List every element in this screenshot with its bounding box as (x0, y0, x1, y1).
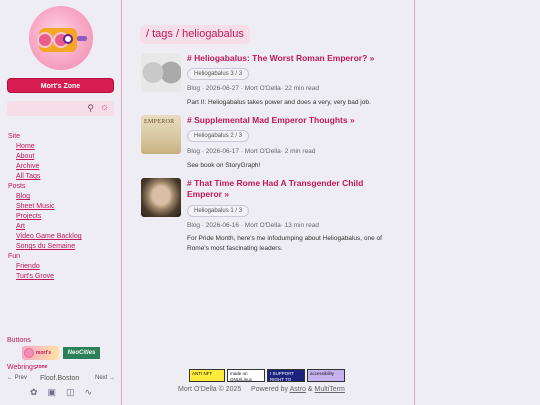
post-card: # That Time Rome Had A Transgender Child… (141, 178, 411, 258)
rss-icon[interactable]: ∿ (85, 387, 93, 398)
nav-item-turts-grove[interactable]: Turt's Grove (8, 272, 82, 282)
nav-item-art[interactable]: Art (8, 222, 82, 232)
post-title: # Supplemental Mad Emperor Thoughts (187, 115, 348, 125)
post-meta: Blog · 2026-06-17 · Mort O'Della· 2 min … (187, 148, 316, 155)
breadcrumb[interactable]: / tags / heliogabalus (140, 25, 250, 44)
nav-item-songs-du-semaine[interactable]: Songs du Semaine (8, 242, 82, 252)
butterfly-icon[interactable]: ✿ (30, 387, 38, 398)
post-thumbnail-book[interactable]: EMPEROR (141, 115, 181, 154)
post-arrow-icon: » (369, 53, 375, 63)
sidebar-nav: Site Home About Archive All Tags Posts B… (8, 132, 82, 282)
sidebar: Mort's Zone ⚲ ☼ Site Home About Archive … (0, 0, 122, 405)
nav-item-blog[interactable]: Blog (8, 192, 82, 202)
post-meta: Blog · 2026-06-16 · Mort O'Della· 13 min… (187, 222, 320, 229)
nav-group-posts: Posts (8, 183, 26, 190)
post-description: See book on StoryGraph! (187, 162, 261, 169)
webring-next-link[interactable]: Next → (95, 375, 115, 381)
theme-toggle-icon[interactable]: ☼ (100, 102, 109, 113)
post-meta: Blog · 2026-06-27 · Mort O'Della· 22 min… (187, 85, 320, 92)
webrings-heading: Webrings (7, 364, 37, 371)
post-title: # Heliogabalus: The Worst Roman Emperor? (187, 53, 368, 63)
gamepad-icon[interactable]: ▣ (48, 387, 57, 398)
nav-item-archive[interactable]: Archive (8, 162, 82, 172)
post-thumbnail-coins[interactable] (141, 53, 181, 92)
nav-item-video-game-backlog[interactable]: Video Game Backlog (8, 232, 82, 242)
post-thumbnail-bust[interactable] (141, 178, 181, 217)
series-chip[interactable]: Heliogabalus 3 / 3 (187, 68, 250, 80)
logo-eye (63, 34, 73, 44)
right-to-repair-badge[interactable]: I SUPPORT RIGHT TO REPAIR (267, 369, 305, 382)
main-content: / tags / heliogabalus # Heliogabalus: Th… (123, 0, 415, 405)
astro-link[interactable]: Astro (290, 386, 306, 393)
post-description: For Pride Month, here's me infodumping a… (187, 235, 382, 252)
anti-nft-badge[interactable]: ANTI NFT (189, 369, 225, 382)
site-logo[interactable] (29, 6, 93, 70)
site-name-button[interactable]: Mort's Zone (7, 78, 114, 93)
powered-by-label: Powered by (251, 386, 289, 393)
nav-item-all-tags[interactable]: All Tags (8, 172, 82, 182)
nav-item-home[interactable]: Home (8, 142, 82, 152)
search-icon[interactable]: ⚲ (87, 103, 94, 114)
nav-item-friendo[interactable]: Friendo (8, 262, 82, 272)
webring-prev-link[interactable]: ← Prev (7, 375, 27, 381)
search-bar: ⚲ ☼ (7, 101, 114, 116)
multiterm-link[interactable]: MultiTerm (315, 386, 345, 393)
post-card: EMPEROR # Supplemental Mad Emperor Thoug… (141, 115, 411, 175)
nav-item-about[interactable]: About (8, 152, 82, 162)
post-title-link[interactable]: # That Time Rome Had A Transgender Child… (187, 178, 397, 200)
book-icon[interactable]: ◫ (66, 387, 75, 398)
nav-group-fun: Fun (8, 253, 21, 260)
series-chip[interactable]: Heliogabalus 2 / 3 (187, 130, 250, 142)
post-title: # That Time Rome Had A Transgender Child… (187, 178, 364, 199)
post-title-link[interactable]: # Supplemental Mad Emperor Thoughts » (187, 115, 397, 126)
search-input[interactable] (11, 103, 81, 114)
morts-zone-badge[interactable]: mort's zone (22, 346, 59, 370)
webring-name-link[interactable]: Floof.Boston (40, 375, 79, 382)
post-title-link[interactable]: # Heliogabalus: The Worst Roman Emperor?… (187, 53, 397, 64)
nav-item-projects[interactable]: Projects (8, 212, 82, 222)
book-cover-text: EMPEROR (144, 119, 175, 125)
social-links: ✿ ▣ ◫ ∿ (30, 387, 92, 398)
logo-bar (77, 36, 87, 41)
post-arrow-icon: » (224, 189, 230, 199)
copyright: Mort O'Della © 2025 (178, 386, 242, 393)
nav-item-sheet-music[interactable]: Sheet Music (8, 202, 82, 212)
morts-zone-badge-label: mort's zone (36, 350, 52, 370)
buttons-heading: Buttons (7, 337, 31, 344)
post-card: # Heliogabalus: The Worst Roman Emperor?… (141, 53, 411, 113)
badge-logo-icon (24, 348, 34, 358)
gnu-linux-badge[interactable]: made on GNU/Linux (227, 369, 265, 382)
footer-text: Mort O'Della © 2025 Powered by Astro & M… (178, 386, 345, 393)
nav-group-site: Site (8, 133, 21, 140)
neocities-badge[interactable]: NeoCities (63, 347, 100, 359)
series-chip[interactable]: Heliogabalus 1 / 3 (187, 205, 250, 217)
ampersand: & (307, 386, 313, 393)
footer-badges: ANTI NFT made on GNU/Linux I SUPPORT RIG… (189, 369, 345, 382)
post-description: Part II: Heliogabalus takes power and do… (187, 99, 371, 106)
post-arrow-icon: » (349, 115, 355, 125)
accessibility-badge[interactable]: accessibility (307, 369, 345, 382)
logo-wheel-left (37, 32, 53, 48)
